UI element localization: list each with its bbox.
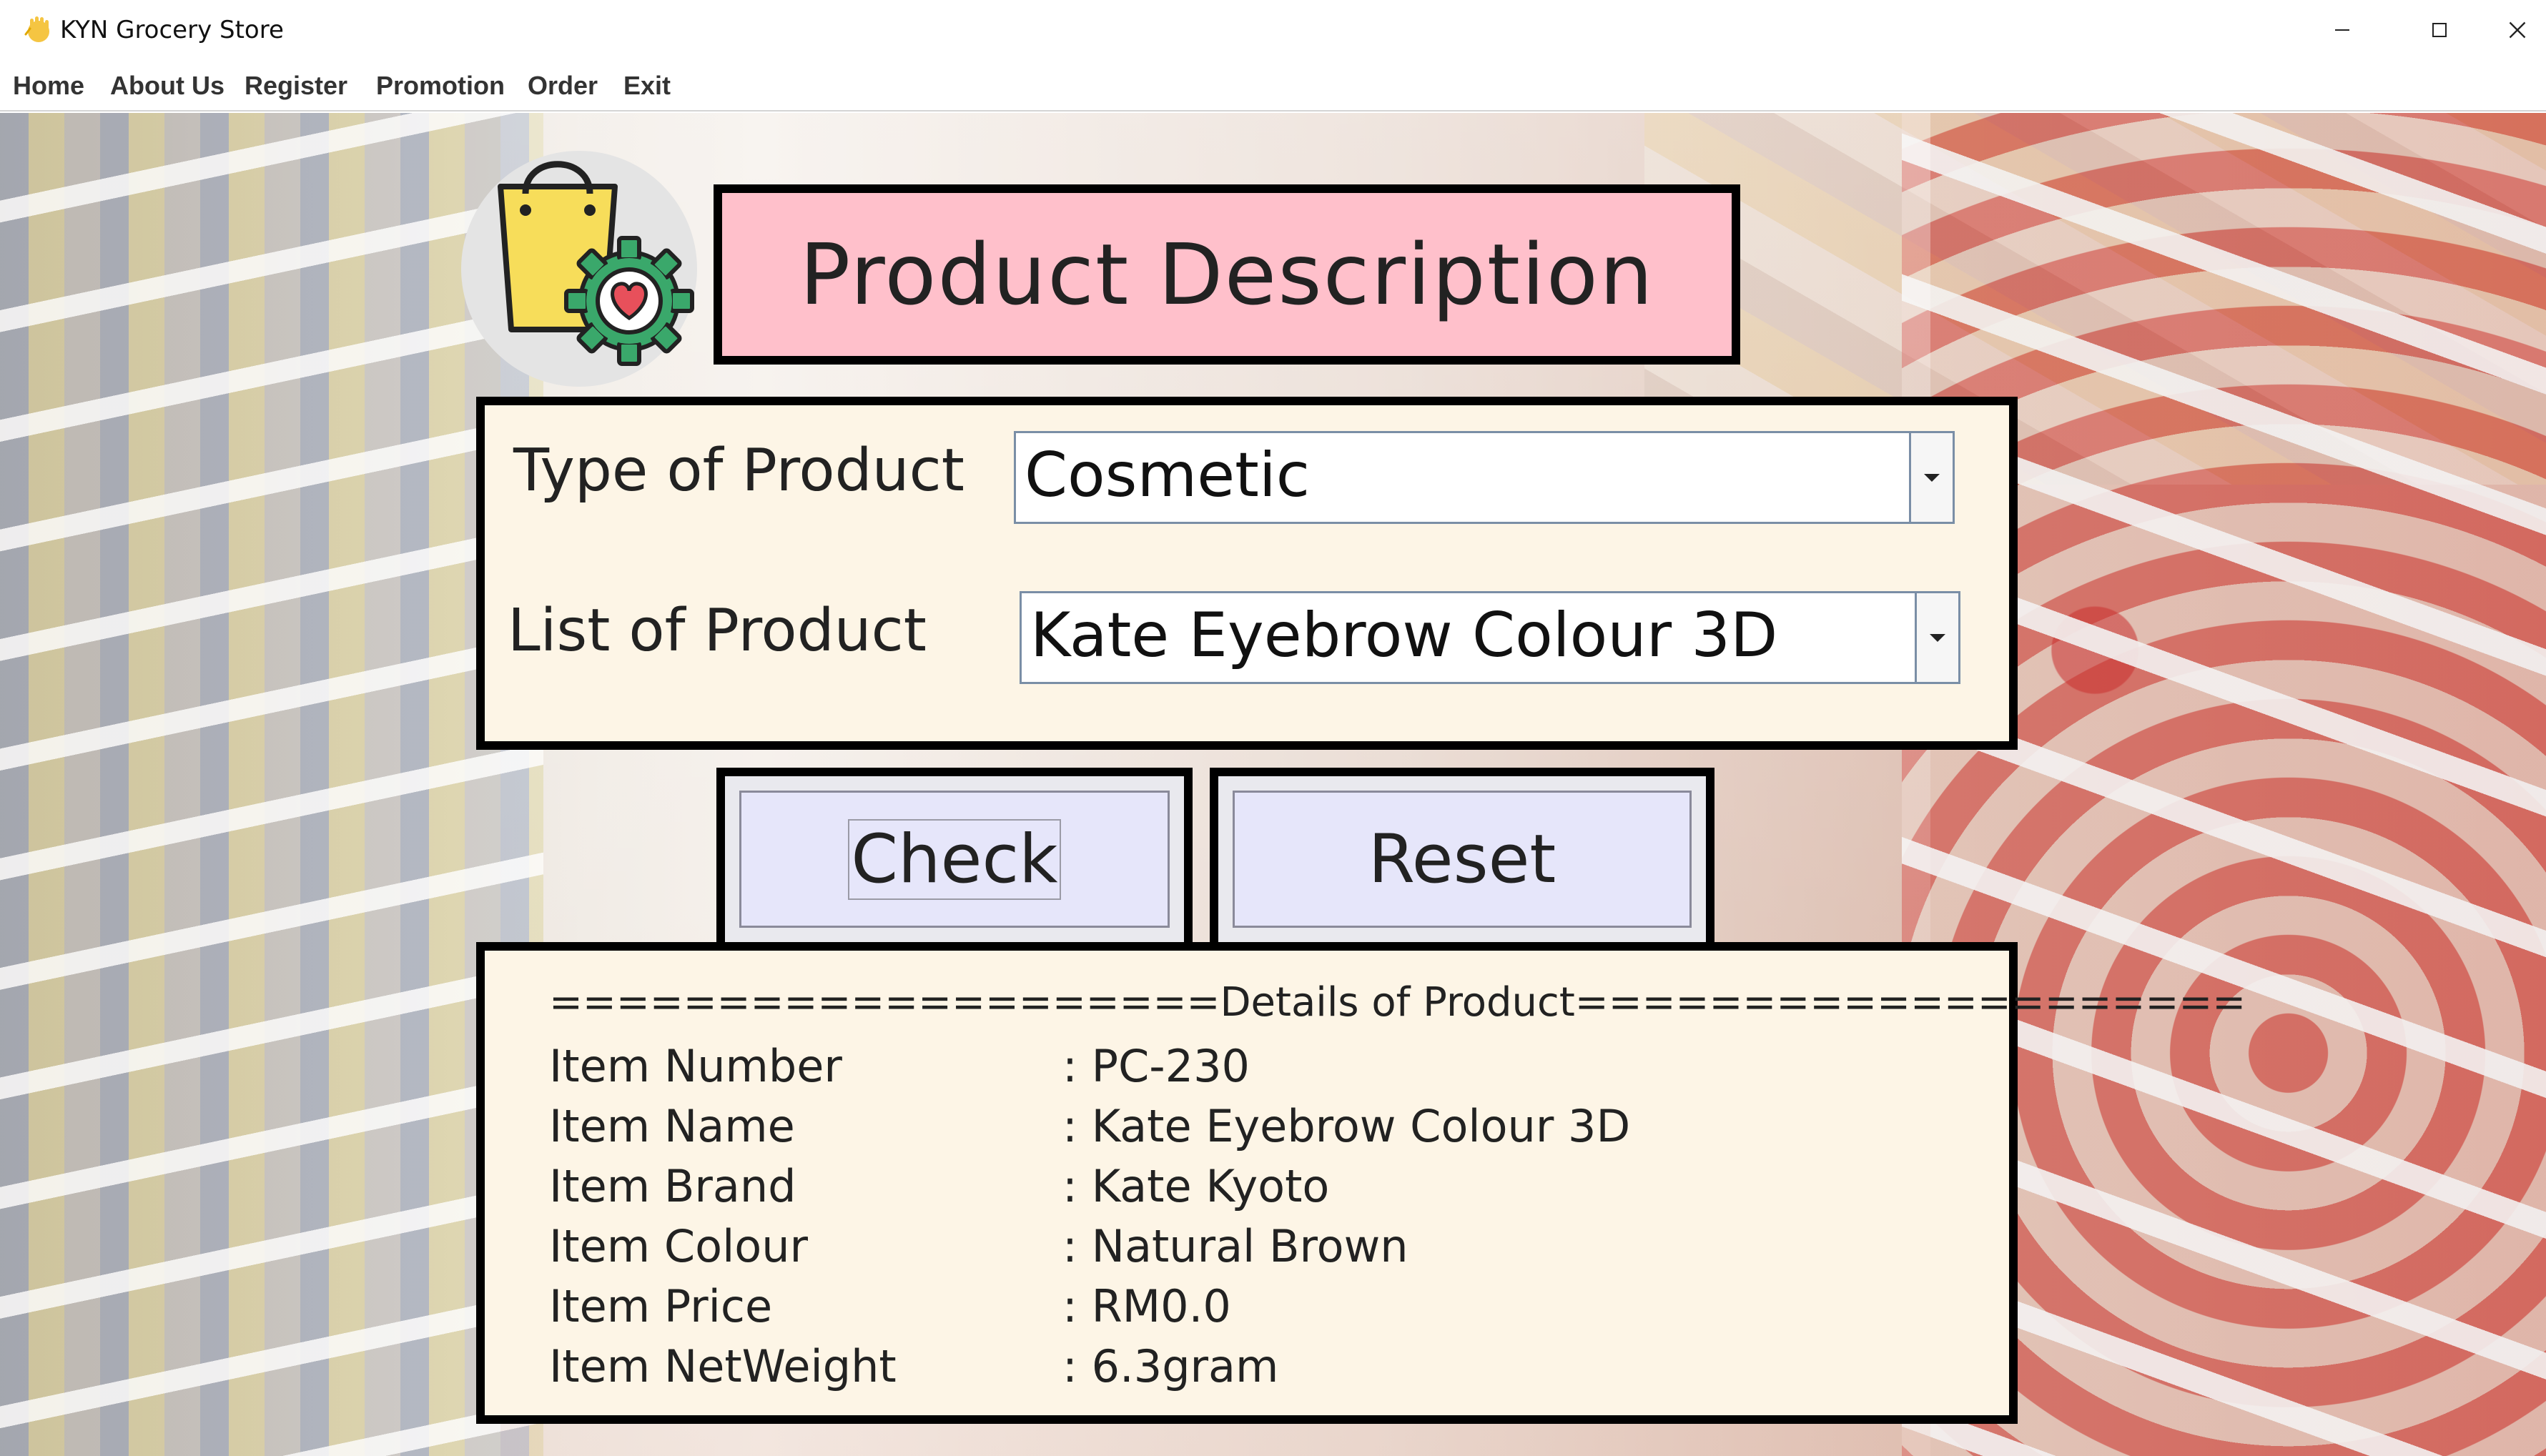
detail-label: Item Number: [549, 1040, 842, 1092]
minimize-button[interactable]: [2294, 0, 2391, 60]
product-selection-panel: Type of Product Cosmetic List of Product…: [476, 397, 2018, 750]
shopping-bag-gear-heart-icon: [461, 151, 697, 387]
list-of-product-label: List of Product: [508, 597, 927, 665]
close-button[interactable]: [2488, 0, 2546, 60]
detail-value: : Natural Brown: [1062, 1220, 1408, 1272]
menu-exit[interactable]: Exit: [623, 70, 671, 101]
maximize-button[interactable]: [2391, 0, 2488, 60]
detail-label: Item Price: [549, 1280, 773, 1332]
page-title: Product Description: [799, 225, 1654, 324]
detail-row-item-netweight: Item NetWeight : 6.3gram: [549, 1338, 1908, 1395]
type-of-product-dropdown[interactable]: Cosmetic: [1014, 431, 1955, 524]
detail-label: Item Colour: [549, 1220, 809, 1272]
detail-value: : PC-230: [1062, 1040, 1250, 1092]
window-titlebar: KYN Grocery Store: [0, 0, 2546, 60]
type-of-product-value: Cosmetic: [1025, 440, 1311, 511]
list-of-product-dropdown[interactable]: Kate Eyebrow Colour 3D: [1020, 591, 1960, 684]
detail-row-item-brand: Item Brand : Kate Kyoto: [549, 1158, 1908, 1215]
dropdown-arrow[interactable]: [1909, 433, 1953, 522]
menu-about-us[interactable]: About Us: [110, 70, 224, 101]
list-of-product-value: Kate Eyebrow Colour 3D: [1030, 600, 1778, 671]
detail-label: Item NetWeight: [549, 1340, 897, 1392]
reset-button[interactable]: Reset: [1233, 791, 1692, 928]
check-button-label: Check: [848, 818, 1061, 900]
detail-label: Item Name: [549, 1100, 795, 1152]
reset-button-label: Reset: [1368, 820, 1556, 898]
detail-row-item-colour: Item Colour : Natural Brown: [549, 1218, 1908, 1275]
reset-button-frame: Reset: [1210, 768, 1714, 951]
menu-home[interactable]: Home: [13, 70, 84, 101]
detail-row-item-number: Item Number : PC-230: [549, 1038, 1908, 1095]
title-panel: Product Description: [714, 184, 1740, 365]
detail-row-item-price: Item Price : RM0.0: [549, 1278, 1908, 1335]
detail-label: Item Brand: [549, 1160, 796, 1212]
window-title: KYN Grocery Store: [60, 16, 284, 44]
detail-value: : 6.3gram: [1062, 1340, 1279, 1392]
product-details-panel: ====================Details of Product==…: [476, 942, 2246, 1424]
close-icon: [2509, 21, 2525, 39]
dropdown-arrow[interactable]: [1915, 593, 1958, 682]
chevron-down-icon: [1930, 634, 1945, 642]
menu-bar: Home About Us Register Promotion Order E…: [0, 60, 2546, 112]
chevron-down-icon: [1924, 474, 1940, 482]
menu-order[interactable]: Order: [528, 70, 598, 101]
type-of-product-label: Type of Product: [513, 437, 964, 505]
hand-wave-icon: [24, 16, 49, 42]
menu-register[interactable]: Register: [245, 70, 347, 101]
check-button[interactable]: Check: [739, 791, 1170, 928]
detail-value: : Kate Kyoto: [1062, 1160, 1330, 1212]
detail-value: : RM0.0: [1062, 1280, 1231, 1332]
menu-promotion[interactable]: Promotion: [376, 70, 505, 101]
details-header: ====================Details of Product==…: [549, 979, 2246, 1026]
check-button-frame: Check: [716, 768, 1193, 951]
minimize-icon: [2335, 29, 2349, 31]
detail-row-item-name: Item Name : Kate Eyebrow Colour 3D: [549, 1098, 1908, 1155]
detail-value: : Kate Eyebrow Colour 3D: [1062, 1100, 1631, 1152]
maximize-icon: [2432, 23, 2447, 37]
